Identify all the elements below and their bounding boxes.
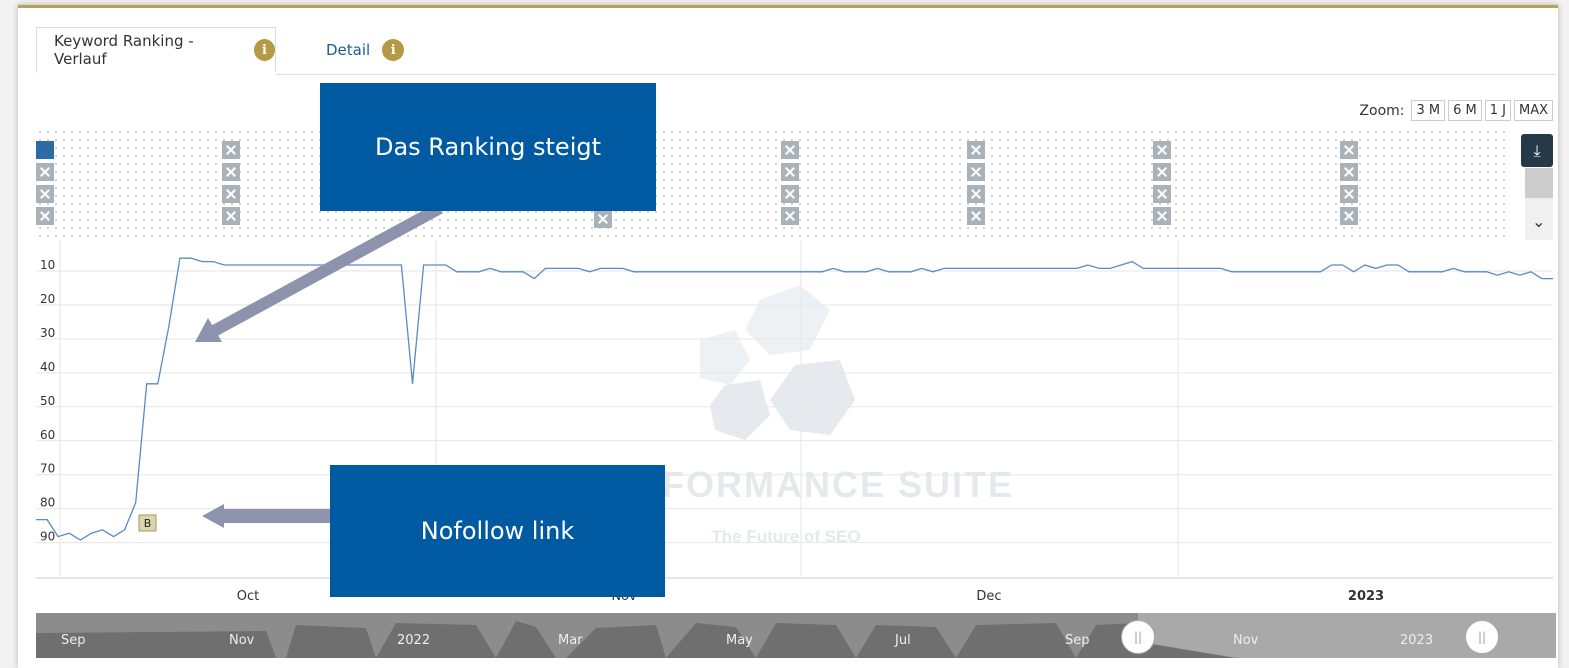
navigator-label: May bbox=[726, 633, 753, 648]
navigator-label: Mar bbox=[558, 633, 583, 648]
watermark-logo-shape bbox=[710, 380, 770, 440]
watermark-tagline: The Future of SEO bbox=[711, 527, 860, 546]
ranking-chart: FORMANCE SUITE The Future of SEO 10 20 30 4… bbox=[36, 202, 1553, 604]
navigator-label: Jul bbox=[895, 633, 911, 648]
annotation-arrow-top bbox=[195, 202, 443, 342]
y-tick-label: 70 bbox=[40, 462, 55, 476]
navigator-label: Sep bbox=[61, 633, 86, 648]
callout-ranking-rises: Das Ranking steigt bbox=[320, 83, 656, 211]
y-tick-label: 50 bbox=[40, 394, 55, 408]
navigator-label: 2022 bbox=[397, 633, 431, 648]
y-tick-label: 20 bbox=[40, 292, 55, 306]
navigator-label: 2023 bbox=[1400, 633, 1434, 648]
x-tick-label: Oct bbox=[237, 589, 259, 604]
flag-marker[interactable]: B bbox=[138, 514, 157, 532]
arrow-shaft bbox=[216, 509, 332, 523]
watermark-logo-shape bbox=[745, 285, 830, 355]
arrow-head bbox=[202, 504, 224, 528]
y-tick-label: 10 bbox=[40, 258, 55, 272]
y-tick-label: 40 bbox=[40, 360, 55, 374]
watermark: FORMANCE SUITE The Future of SEO bbox=[662, 285, 1014, 546]
annotation-arrow-bottom bbox=[202, 504, 332, 528]
watermark-brand: FORMANCE SUITE bbox=[662, 464, 1014, 505]
navigator-strip[interactable] bbox=[36, 613, 1556, 658]
navigator-label: Nov bbox=[229, 633, 255, 648]
navigator-handle-right[interactable]: || bbox=[1465, 620, 1499, 654]
navigator-series bbox=[36, 613, 1556, 658]
y-tick-label: 80 bbox=[40, 496, 55, 510]
watermark-logo-shape bbox=[700, 330, 750, 385]
y-tick-label: 30 bbox=[40, 326, 55, 340]
navigator-handle-left[interactable]: || bbox=[1121, 620, 1155, 654]
y-axis-ticks: 10 20 30 40 50 60 70 80 90 bbox=[40, 258, 55, 544]
navigator-label: Nov bbox=[1233, 633, 1259, 648]
y-tick-label: 90 bbox=[40, 530, 55, 544]
flag-marker-label: B bbox=[144, 517, 152, 530]
watermark-logo-shape bbox=[770, 360, 855, 435]
navigator-label: Sep bbox=[1065, 633, 1090, 648]
x-tick-label: 2023 bbox=[1348, 589, 1384, 604]
callout-nofollow-link: Nofollow link bbox=[330, 465, 665, 597]
y-tick-label: 60 bbox=[40, 428, 55, 442]
x-tick-label: Dec bbox=[976, 589, 1001, 604]
